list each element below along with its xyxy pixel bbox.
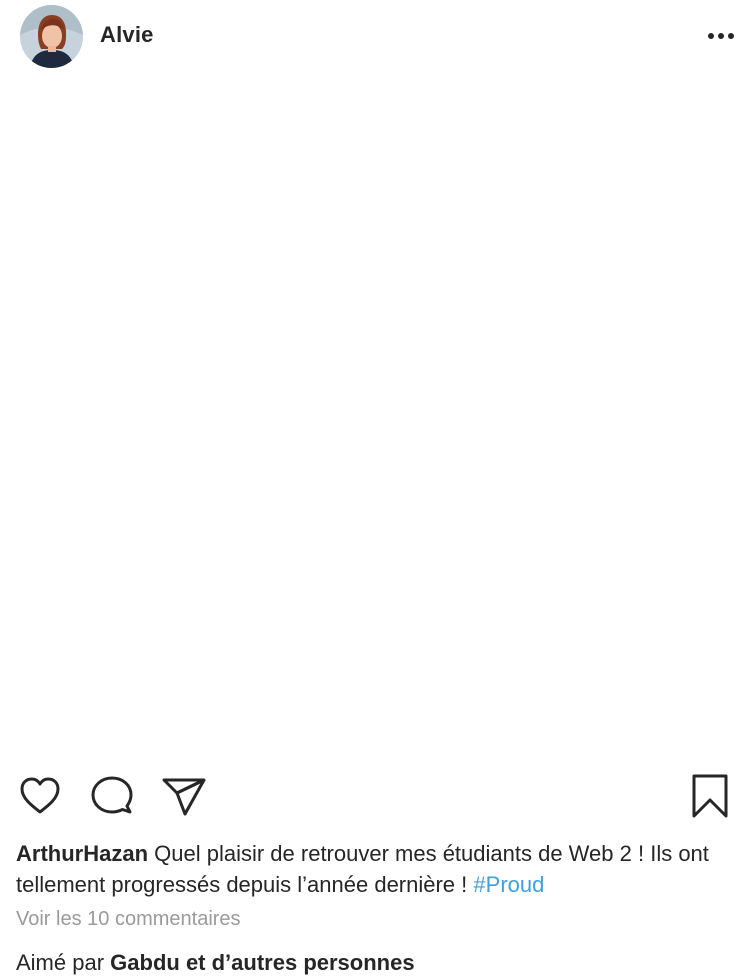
more-options-icon	[708, 33, 734, 39]
like-button[interactable]	[16, 772, 64, 820]
liked-by-names[interactable]: Gabdu et d’autres personnes	[110, 950, 414, 975]
avatar-portrait-icon	[20, 5, 83, 68]
share-button[interactable]	[160, 772, 208, 820]
caption-author[interactable]: ArthurHazan	[16, 841, 148, 866]
caption-hashtag[interactable]: #Proud	[473, 872, 544, 897]
heart-icon	[20, 777, 60, 814]
save-button[interactable]	[686, 772, 734, 820]
liked-by-prefix: Aimé par	[16, 950, 105, 975]
post-caption: ArthurHazan Quel plaisir de retrouver me…	[16, 838, 736, 900]
post-username[interactable]: Alvie	[100, 22, 154, 48]
action-bar	[0, 772, 750, 824]
comment-button[interactable]	[88, 772, 136, 820]
avatar[interactable]	[20, 5, 83, 68]
paper-plane-icon	[162, 778, 206, 816]
more-options-button[interactable]	[700, 22, 740, 50]
liked-by: Aimé par Gabdu et d’autres personnes	[16, 950, 415, 976]
bookmark-icon	[692, 774, 728, 818]
post-image-area[interactable]	[0, 72, 750, 762]
post-header: Alvie	[0, 0, 750, 72]
comment-icon	[91, 776, 133, 814]
view-comments-link[interactable]: Voir les 10 commentaires	[16, 908, 241, 931]
